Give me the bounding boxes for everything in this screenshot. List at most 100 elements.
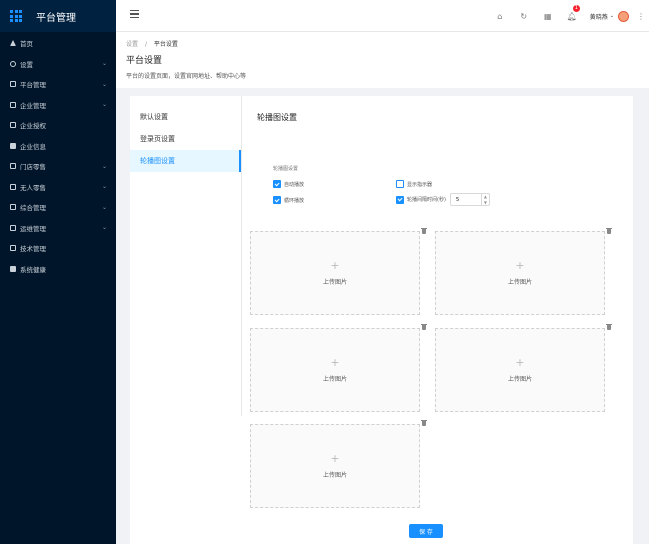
trash-icon[interactable] bbox=[421, 323, 427, 330]
checkbox-unchecked-icon[interactable] bbox=[396, 180, 404, 188]
plus-icon: + bbox=[515, 356, 525, 369]
trash-icon[interactable] bbox=[421, 227, 427, 234]
checkbox-checked-icon[interactable] bbox=[273, 180, 281, 188]
breadcrumb: 设置 / 平台设置 bbox=[126, 39, 178, 48]
interval-value: 5 bbox=[455, 196, 460, 203]
options-title: 轮播图设置 bbox=[273, 166, 299, 172]
tab-carousel-settings[interactable]: 轮播图设置 bbox=[130, 150, 241, 172]
sidebar-item-label: 企业信息 bbox=[20, 142, 46, 151]
sidebar: 平台管理 首页 设置 ⌄ 平台管理 ⌄ 企业管理 ⌄ 企业授权 企业信息 门店零售 ⌄ … bbox=[0, 0, 116, 544]
tab-default-settings[interactable]: 默认设置 bbox=[130, 106, 241, 128]
sidebar-item-label: 首页 bbox=[20, 40, 33, 49]
home-icon[interactable]: ⌂ bbox=[488, 0, 512, 32]
enterprise-icon bbox=[10, 101, 16, 108]
tab-login-settings[interactable]: 登录页设置 bbox=[130, 128, 241, 150]
sidebar-item-platform[interactable]: 平台管理 ⌄ bbox=[0, 74, 116, 95]
upload-label: 上传图片 bbox=[322, 279, 347, 286]
app-title: 平台管理 bbox=[36, 12, 76, 24]
upload-image-box[interactable]: + 上传图片 bbox=[435, 328, 605, 412]
sidebar-item-label: 设置 bbox=[20, 60, 33, 69]
sidebar-item-ops[interactable]: 运维管理 ⌄ bbox=[0, 218, 116, 239]
user-name: 黄晓燕 bbox=[589, 13, 608, 21]
sidebar-item-unmanned[interactable]: 无人零售 ⌄ bbox=[0, 177, 116, 198]
autoplay-label: 自动播放 bbox=[284, 181, 305, 188]
show-indicator-label: 显示指示器 bbox=[407, 181, 433, 188]
stepper-buttons[interactable]: ▲ ▼ bbox=[480, 194, 489, 205]
trash-icon[interactable] bbox=[606, 227, 612, 234]
upload-label: 上传图片 bbox=[322, 376, 347, 383]
upload-label: 上传图片 bbox=[507, 376, 532, 383]
sidebar-item-tech[interactable]: 技术管理 bbox=[0, 238, 116, 259]
save-button[interactable]: 保 存 bbox=[409, 524, 443, 538]
app-grid-icon[interactable] bbox=[10, 10, 22, 22]
apps-icon[interactable]: ▦ bbox=[536, 0, 560, 32]
bell-icon[interactable]: 🔔︎ 1 bbox=[560, 0, 584, 32]
upload-image-box[interactable]: + 上传图片 bbox=[250, 424, 420, 508]
chevron-down-icon[interactable]: ▼ bbox=[484, 200, 487, 205]
logo-row: 平台管理 bbox=[0, 0, 116, 32]
sidebar-item-integrated[interactable]: 综合管理 ⌄ bbox=[0, 197, 116, 218]
sidebar-item-label: 平台管理 bbox=[20, 81, 46, 90]
upload-image-box[interactable]: + 上传图片 bbox=[435, 231, 605, 315]
topbar: ⌂ ↻ ▦ 🔔︎ 1 黄晓燕 ⌄ ⋮ bbox=[116, 0, 649, 32]
loop-label: 循环播放 bbox=[284, 197, 305, 204]
sidebar-item-label: 综合管理 bbox=[20, 204, 46, 213]
autoplay-checkbox[interactable]: 自动播放 bbox=[273, 180, 304, 188]
upload-image-box[interactable]: + 上传图片 bbox=[250, 231, 420, 315]
sidebar-item-authorize[interactable]: 企业授权 bbox=[0, 115, 116, 136]
chevron-down-icon: ⌄ bbox=[101, 203, 107, 211]
breadcrumb-item[interactable]: 设置 bbox=[126, 41, 138, 48]
sidebar-item-health[interactable]: 系统健康 bbox=[0, 259, 116, 280]
page-description: 平台的设置页面，设置官网地址、帮助中心等 bbox=[126, 73, 247, 80]
sidebar-nav: 首页 设置 ⌄ 平台管理 ⌄ 企业管理 ⌄ 企业授权 企业信息 门店零售 ⌄ 无人零售 ⌄… bbox=[0, 32, 116, 279]
sidebar-item-enterprise[interactable]: 企业管理 ⌄ bbox=[0, 95, 116, 116]
breadcrumb-separator: / bbox=[144, 41, 147, 48]
interval-input[interactable]: 5 ▲ ▼ bbox=[449, 193, 490, 206]
checkbox-checked-icon[interactable] bbox=[273, 196, 281, 204]
user-menu[interactable]: 黄晓燕 ⌄ bbox=[584, 10, 633, 22]
chevron-down-icon: ⌄ bbox=[101, 224, 107, 232]
settings-card: 默认设置 登录页设置 轮播图设置 轮播图设置 轮播图设置 自动播放 显示指示器 … bbox=[130, 96, 633, 544]
chevron-down-icon: ⌄ bbox=[101, 101, 107, 109]
gear-icon bbox=[10, 60, 16, 67]
sidebar-item-home[interactable]: 首页 bbox=[0, 33, 116, 54]
interval-label: 轮播间隔时间(秒) bbox=[407, 197, 446, 203]
plus-icon: + bbox=[330, 452, 340, 465]
interval-setting: 轮播间隔时间(秒) 5 ▲ ▼ bbox=[396, 193, 490, 206]
avatar[interactable] bbox=[618, 10, 629, 22]
authorize-icon bbox=[10, 122, 16, 129]
health-icon bbox=[10, 265, 16, 272]
trash-icon[interactable] bbox=[421, 419, 427, 426]
show-indicator-checkbox[interactable]: 显示指示器 bbox=[396, 180, 432, 188]
upload-label: 上传图片 bbox=[507, 279, 532, 286]
tech-icon bbox=[10, 245, 16, 252]
checkbox-checked-icon[interactable] bbox=[396, 195, 404, 204]
sidebar-item-label: 无人零售 bbox=[20, 183, 46, 192]
notification-badge: 1 bbox=[572, 5, 580, 12]
sidebar-item-info[interactable]: 企业信息 bbox=[0, 136, 116, 157]
plus-icon: + bbox=[330, 356, 340, 369]
store-icon bbox=[10, 163, 16, 170]
menu-toggle-icon[interactable] bbox=[130, 10, 139, 18]
sidebar-item-label: 技术管理 bbox=[20, 245, 46, 254]
chevron-down-icon: ⌄ bbox=[101, 60, 107, 68]
sidebar-item-label: 门店零售 bbox=[20, 163, 46, 172]
more-icon[interactable]: ⋮ bbox=[633, 12, 649, 21]
upload-image-box[interactable]: + 上传图片 bbox=[250, 328, 420, 412]
loop-checkbox[interactable]: 循环播放 bbox=[273, 196, 304, 204]
trash-icon[interactable] bbox=[606, 323, 612, 330]
integrated-icon bbox=[10, 204, 16, 211]
refresh-icon[interactable]: ↻ bbox=[512, 0, 536, 32]
sidebar-item-label: 运维管理 bbox=[20, 224, 46, 233]
sidebar-item-label: 企业管理 bbox=[20, 101, 46, 110]
sidebar-item-store[interactable]: 门店零售 ⌄ bbox=[0, 156, 116, 177]
sidebar-item-settings[interactable]: 设置 ⌄ bbox=[0, 54, 116, 75]
info-icon bbox=[10, 142, 16, 149]
chevron-down-icon: ⌄ bbox=[609, 13, 614, 19]
plus-icon: + bbox=[515, 259, 525, 272]
ops-icon bbox=[10, 224, 16, 231]
chevron-up-icon[interactable]: ▲ bbox=[484, 194, 487, 199]
page-header: 设置 / 平台设置 平台设置 平台的设置页面，设置官网地址、帮助中心等 bbox=[116, 32, 649, 88]
chevron-down-icon: ⌄ bbox=[101, 162, 107, 170]
sidebar-item-label: 企业授权 bbox=[20, 122, 46, 131]
